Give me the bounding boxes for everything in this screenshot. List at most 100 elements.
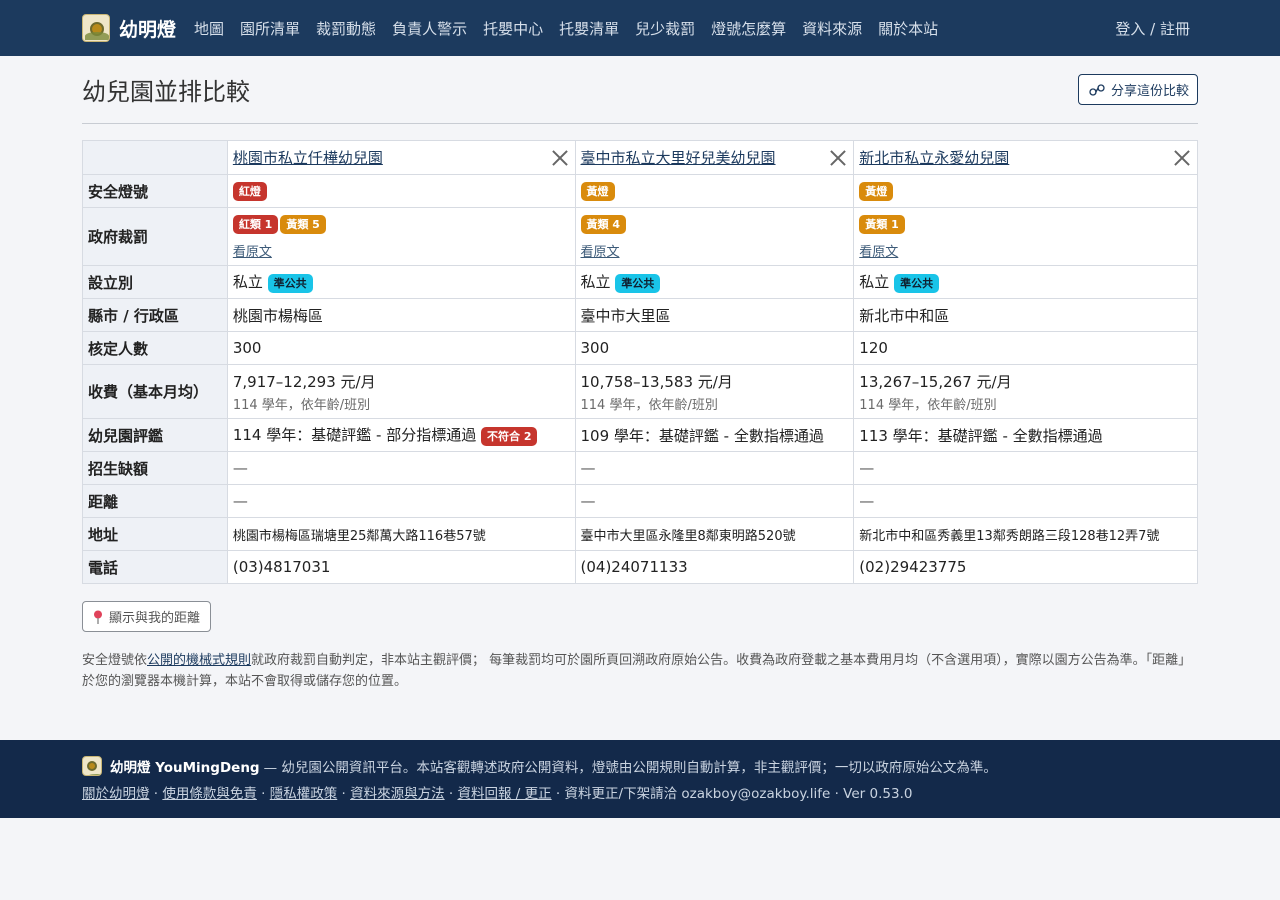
- note-prefix: 安全燈號依: [82, 653, 148, 668]
- type-text: 私立: [232, 273, 263, 291]
- footer-link-about[interactable]: 關於幼明燈: [82, 786, 150, 802]
- table-row: 設立別 私立 準公共 私立 準公共 私立 準公共: [82, 265, 1198, 299]
- footer-contact: 資料更正/下架請洽 ozakboy@ozakboy.life: [564, 786, 831, 802]
- show-distance-button[interactable]: 顯示與我的距離: [82, 601, 212, 632]
- remove-school-close-icon[interactable]: [1173, 149, 1191, 167]
- capacity-cell: 300: [226, 331, 576, 365]
- row-label-evaluation: 幼兒園評鑑: [82, 418, 228, 452]
- table-row: 縣市 / 行政區 桃園市楊梅區 臺中市大里區 新北市中和區: [82, 298, 1198, 332]
- table-row: 距離 — — —: [82, 484, 1198, 518]
- view-original-link[interactable]: 看原文: [233, 241, 570, 260]
- nav-link-owner-alerts[interactable]: 負責人警示: [392, 18, 467, 39]
- row-label-vacancy: 招生缺額: [82, 451, 228, 485]
- disclaimer-note: 安全燈號依公開的機械式規則就政府裁罰自動判定，非本站主觀評價； 每筆裁罰均可於園…: [82, 650, 1198, 692]
- row-label-penalty: 政府裁罰: [82, 207, 228, 266]
- nav-link-infant-list[interactable]: 托嬰清單: [559, 18, 619, 39]
- phone-cell: (02)29423775: [853, 550, 1198, 584]
- footer-links: 關於幼明燈 · 使用條款與免責 · 隱私權政策 · 資料來源與方法 · 資料回報…: [82, 786, 913, 802]
- district-cell: 臺中市大里區: [574, 298, 855, 332]
- vacancy-cell: —: [574, 451, 855, 485]
- table-row: 安全燈號 紅燈 黃燈 黃燈: [82, 174, 1198, 208]
- light-cell: 黃燈: [853, 174, 1198, 208]
- site-footer: 幼明燈 YouMingDeng — 幼兒園公開資訊平台。本站客觀轉述政府公開資料…: [0, 740, 1280, 818]
- fee-note: 114 學年，依年齡/班別: [232, 397, 371, 413]
- brand-link[interactable]: 幼明燈: [82, 14, 176, 42]
- fee-value: 10,758–13,583 元/月: [580, 372, 733, 391]
- comparison-table: 桃園市私立仟樺幼兒園 臺中市私立大里好兒美幼兒園 新北市私立永愛幼兒園 安全燈號…: [82, 140, 1198, 584]
- address-cell: 桃園市楊梅區瑞塘里25鄰萬大路116巷57號: [226, 517, 576, 551]
- login-register-link[interactable]: 登入 / 註冊: [1115, 18, 1190, 39]
- type-text: 私立: [859, 273, 890, 291]
- fee-note: 114 學年，依年齡/班別: [859, 397, 997, 413]
- fee-cell: 13,267–15,267 元/月 114 學年，依年齡/班別: [853, 364, 1198, 419]
- link-icon: [1089, 83, 1105, 96]
- table-row: 電話 (03)4817031 (04)24071133 (02)29423775: [82, 550, 1198, 584]
- row-label-district: 縣市 / 行政區: [82, 298, 228, 332]
- noncompliance-badge: 不符合 2: [480, 427, 538, 446]
- distance-cell: —: [226, 484, 576, 518]
- penalty-badge-yellow: 黃類 1: [859, 214, 905, 234]
- nav-link-child-penalties[interactable]: 兒少裁罰: [635, 18, 695, 39]
- address-cell: 臺中市大里區永隆里8鄰東明路520號: [574, 517, 855, 551]
- school-header-row: 桃園市私立仟樺幼兒園 臺中市私立大里好兒美幼兒園 新北市私立永愛幼兒園: [82, 140, 1198, 175]
- district-cell: 新北市中和區: [853, 298, 1198, 332]
- quasi-public-badge: 準公共: [894, 274, 940, 293]
- safety-light-badge: 黃燈: [859, 182, 894, 201]
- remove-school-close-icon[interactable]: [551, 149, 569, 167]
- school-header-cell: 新北市私立永愛幼兒園: [853, 140, 1198, 175]
- evaluation-cell: 114 學年：基礎評鑑 - 部分指標通過 不符合 2: [226, 418, 576, 452]
- map-pin-icon: [94, 610, 102, 624]
- show-distance-label: 顯示與我的距離: [109, 610, 201, 625]
- nav-link-map[interactable]: 地圖: [194, 18, 224, 39]
- footer-link-terms[interactable]: 使用條款與免責: [162, 786, 257, 802]
- phone-cell: (04)24071133: [574, 550, 855, 584]
- remove-school-close-icon[interactable]: [829, 149, 847, 167]
- view-original-link[interactable]: 看原文: [859, 241, 1192, 260]
- rules-link[interactable]: 公開的機械式規則: [147, 653, 251, 668]
- row-label-capacity: 核定人數: [82, 331, 228, 365]
- table-row: 政府裁罰 紅類 1 黃類 5 看原文 黃類 4 看原文 黃類 1 看原文: [82, 207, 1198, 266]
- type-text: 私立: [580, 273, 611, 291]
- nav-link-penalty-news[interactable]: 裁罰動態: [316, 18, 376, 39]
- phone-cell: (03)4817031: [226, 550, 576, 584]
- fee-value: 7,917–12,293 元/月: [232, 372, 376, 391]
- share-comparison-button[interactable]: 分享這份比較: [1077, 74, 1198, 105]
- light-cell: 紅燈: [226, 174, 576, 208]
- type-cell: 私立 準公共: [226, 265, 576, 299]
- nav-link-about[interactable]: 關於本站: [878, 18, 938, 39]
- footer-link-privacy[interactable]: 隱私權政策: [270, 786, 338, 802]
- top-navbar: 幼明燈 地圖 園所清單 裁罰動態 負責人警示 托嬰中心 托嬰清單 兒少裁罰 燈號…: [0, 0, 1280, 56]
- safety-light-badge: 黃燈: [580, 182, 615, 201]
- school-name-link[interactable]: 臺中市私立大里好兒美幼兒園: [581, 147, 776, 168]
- penalty-cell: 黃類 4 看原文: [574, 207, 855, 266]
- table-row: 幼兒園評鑑 114 學年：基礎評鑑 - 部分指標通過 不符合 2 109 學年：…: [82, 418, 1198, 452]
- main-content: 幼兒園並排比較 分享這份比較 桃園市私立仟樺幼兒園 臺中市私立大里好兒美幼兒園 …: [82, 56, 1198, 692]
- page-header: 幼兒園並排比較 分享這份比較: [82, 56, 1198, 124]
- table-row: 招生缺額 — — —: [82, 451, 1198, 485]
- evaluation-cell: 109 學年：基礎評鑑 - 全數指標通過: [574, 418, 855, 452]
- nav-link-infant-centers[interactable]: 托嬰中心: [483, 18, 543, 39]
- page-title: 幼兒園並排比較: [82, 78, 250, 106]
- table-row: 核定人數 300 300 120: [82, 331, 1198, 365]
- nav-link-data-sources[interactable]: 資料來源: [802, 18, 862, 39]
- row-label-phone: 電話: [82, 550, 228, 584]
- penalty-badge-yellow: 黃類 5: [280, 214, 326, 234]
- type-cell: 私立 準公共: [853, 265, 1198, 299]
- school-name-link[interactable]: 桃園市私立仟樺幼兒園: [233, 147, 383, 168]
- school-name-link[interactable]: 新北市私立永愛幼兒園: [859, 147, 1009, 168]
- penalty-badge-red: 紅類 1: [232, 214, 279, 234]
- nav-link-light-rules[interactable]: 燈號怎麼算: [711, 18, 786, 39]
- footer-tagline: — 幼兒園公開資訊平台。本站客觀轉述政府公開資料，燈號由公開規則自動計算，非主觀…: [263, 760, 997, 776]
- footer-link-sources[interactable]: 資料來源與方法: [350, 786, 445, 802]
- nav-link-school-list[interactable]: 園所清單: [240, 18, 300, 39]
- distance-cell: —: [574, 484, 855, 518]
- row-label-light: 安全燈號: [82, 174, 228, 208]
- quasi-public-badge: 準公共: [615, 274, 661, 293]
- footer-version: Ver 0.53.0: [843, 786, 913, 802]
- footer-link-report[interactable]: 資料回報 / 更正: [458, 786, 552, 802]
- view-original-link[interactable]: 看原文: [581, 241, 849, 260]
- capacity-cell: 300: [574, 331, 855, 365]
- evaluation-text: 114 學年：基礎評鑑 - 部分指標通過: [232, 426, 477, 444]
- school-header-cell: 桃園市私立仟樺幼兒園: [226, 140, 576, 175]
- vacancy-cell: —: [853, 451, 1198, 485]
